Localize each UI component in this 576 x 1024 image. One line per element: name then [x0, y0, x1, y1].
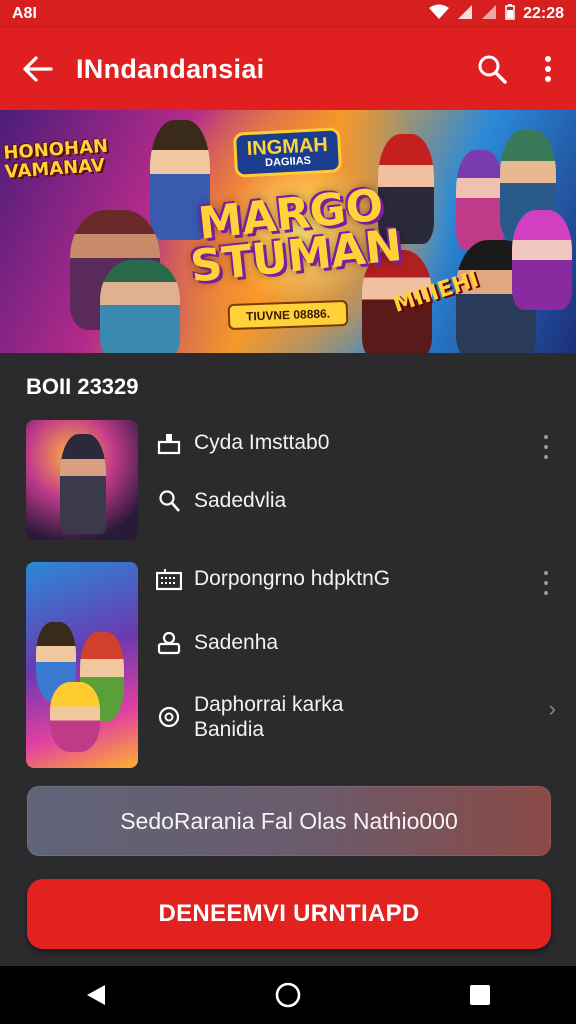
- banner-top-left-text: HONOHAN VAMANAV: [3, 135, 145, 183]
- status-bar: A8I 22:28: [0, 0, 576, 28]
- system-nav-bar: [0, 966, 576, 1024]
- status-time: 22:28: [523, 5, 564, 22]
- carrier-label: A8I: [12, 5, 37, 22]
- item-row-text: Sadedvlia: [194, 489, 287, 513]
- more-vertical-icon: [544, 435, 548, 439]
- keyboard-icon: [156, 566, 182, 592]
- home-circle-icon: [275, 982, 301, 1008]
- battery-icon: [505, 3, 515, 25]
- thumbnail-character: [50, 682, 100, 752]
- item-row-text: Sadenha: [194, 631, 279, 655]
- search-button[interactable]: [464, 28, 520, 110]
- list-item[interactable]: Cyda Imsttab0 Sadedvlia: [26, 420, 556, 542]
- banner-main-title: MARGO STUMAN: [184, 180, 404, 293]
- item-more-button[interactable]: [536, 568, 556, 598]
- more-vertical-icon: [545, 56, 551, 82]
- search-icon: [478, 55, 507, 84]
- info-bar[interactable]: SedoRarania Fal Olas Nathio000: [27, 786, 551, 856]
- promo-banner[interactable]: HONOHAN VAMANAV INGMAH DAGIIAS MARGO STU…: [0, 110, 576, 353]
- item-row: Cyda Imsttab0: [156, 430, 329, 456]
- item-row: Daphorrai karka Banidia: [156, 692, 343, 742]
- item-row-text-line: Banidia: [194, 718, 265, 742]
- cake-icon: [156, 430, 182, 456]
- banner-character: [512, 210, 572, 310]
- thumbnail-character: [60, 434, 106, 534]
- recents-square-icon: [470, 985, 490, 1005]
- item-more-button[interactable]: [536, 432, 556, 462]
- signal-icon: [457, 4, 473, 25]
- item-row-text: Dorpongrno hdpktnG: [194, 567, 391, 591]
- nav-recents-button[interactable]: [450, 966, 510, 1024]
- game-thumbnail[interactable]: [26, 562, 138, 768]
- refresh-icon: [156, 704, 182, 730]
- primary-action-button[interactable]: DENEEMVI URNTIAPD: [27, 879, 551, 949]
- back-button[interactable]: [0, 28, 76, 110]
- list-item[interactable]: Dorpongrno hdpktnG Sadenha Daphorrai kar…: [26, 562, 556, 768]
- search-user-icon: [156, 488, 182, 514]
- back-triangle-icon: [87, 985, 105, 1005]
- app-bar: INndandansiai: [0, 28, 576, 110]
- status-icons: 22:28: [429, 3, 564, 25]
- item-row-text-multiline: Daphorrai karka Banidia: [194, 692, 343, 742]
- item-row: Sadenha: [156, 630, 278, 656]
- nav-home-button[interactable]: [258, 966, 318, 1024]
- banner-ribbon: TIUVNE 08886.: [227, 299, 349, 331]
- more-options-button[interactable]: [520, 28, 576, 110]
- banner-character: [456, 150, 504, 250]
- item-row-text-line: Daphorrai karka: [194, 693, 344, 716]
- nav-back-button[interactable]: [66, 966, 126, 1024]
- user-badge-icon: [156, 630, 182, 656]
- game-thumbnail[interactable]: [26, 420, 138, 540]
- more-vertical-icon: [544, 571, 548, 575]
- wifi-icon: [429, 4, 450, 25]
- banner-badge: INGMAH DAGIIAS: [232, 127, 343, 178]
- back-arrow-icon: [23, 56, 53, 82]
- item-row-text: Cyda Imsttab0: [194, 431, 330, 455]
- item-row: Sadedvlia: [156, 488, 286, 514]
- item-row: Dorpongrno hdpktnG: [156, 566, 390, 592]
- section-title: BOII 23329: [26, 374, 139, 399]
- chevron-right-icon[interactable]: ›: [549, 696, 556, 722]
- page-title: INndandansiai: [76, 53, 265, 84]
- signal-icon-2: [481, 4, 497, 25]
- banner-character: [100, 260, 180, 353]
